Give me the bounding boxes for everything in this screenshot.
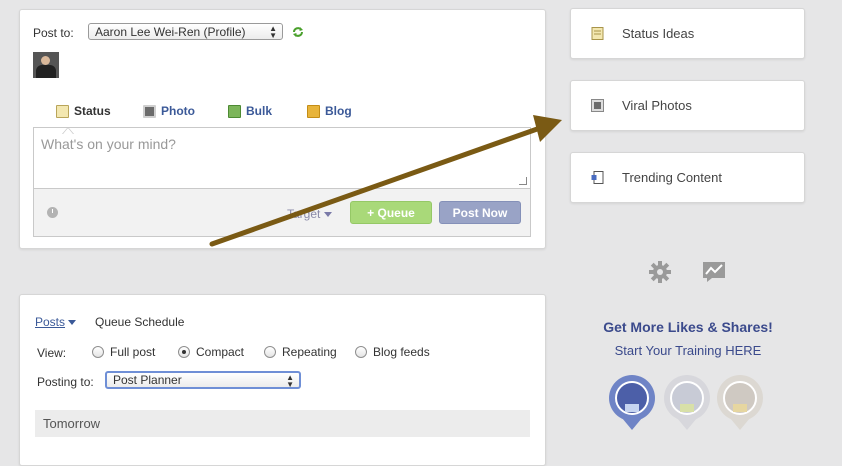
chevron-down-icon: [68, 320, 77, 326]
view-option-full-post[interactable]: Full post: [92, 345, 155, 359]
trending-icon: [591, 171, 604, 184]
avatar: [33, 52, 59, 78]
status-ideas-label: Status Ideas: [622, 26, 695, 41]
status-textarea[interactable]: What's on your mind?: [33, 127, 531, 189]
resize-grip-icon[interactable]: [519, 177, 527, 185]
post-now-button[interactable]: Post Now: [439, 201, 521, 224]
posting-to-value: Post Planner: [113, 373, 182, 387]
target-label: Target: [287, 207, 321, 221]
bulk-icon: [228, 104, 241, 118]
photo-icon: [143, 104, 156, 118]
badge-icon[interactable]: [663, 374, 711, 430]
tab-blog-label: Blog: [325, 104, 352, 118]
select-arrows-icon: ▲ ▼: [286, 373, 294, 389]
analytics-icon[interactable]: [702, 260, 726, 284]
status-ideas-card[interactable]: Status Ideas: [570, 8, 805, 59]
posting-to-label: Posting to:: [37, 375, 94, 389]
badge-icon[interactable]: [716, 374, 764, 430]
tab-pointer: [62, 127, 74, 134]
badge-icon[interactable]: [608, 374, 656, 430]
target-dropdown[interactable]: Target: [287, 207, 333, 221]
status-placeholder: What's on your mind?: [41, 136, 176, 152]
tab-status-label: Status: [74, 104, 111, 118]
training-link[interactable]: Start Your Training HERE: [562, 343, 814, 358]
composer-actions: Target + Queue Post Now: [33, 189, 531, 237]
photo-icon: [591, 99, 604, 112]
post-composer: Post to: Aaron Lee Wei-Ren (Profile) ▲ ▼ …: [19, 9, 546, 249]
view-option-repeating[interactable]: Repeating: [264, 345, 337, 359]
tab-blog[interactable]: Blog: [307, 104, 352, 118]
view-option-blog-feeds[interactable]: Blog feeds: [355, 345, 430, 359]
day-header: Tomorrow: [35, 410, 530, 437]
posts-panel: Posts Queue Schedule View: Full post Com…: [19, 294, 546, 466]
post-to-label: Post to:: [33, 26, 74, 40]
queue-button[interactable]: + Queue: [350, 201, 432, 224]
viral-photos-card[interactable]: Viral Photos: [570, 80, 805, 131]
refresh-icon[interactable]: [291, 25, 305, 39]
tab-photo[interactable]: Photo: [143, 104, 195, 118]
queue-schedule-tab[interactable]: Queue Schedule: [95, 315, 184, 329]
view-option-label: Blog feeds: [373, 345, 430, 359]
status-icon: [56, 104, 69, 118]
posting-to-select[interactable]: Post Planner ▲ ▼: [105, 371, 301, 389]
clock-icon[interactable]: [47, 207, 58, 218]
note-icon: [591, 27, 604, 40]
view-option-label: Full post: [110, 345, 156, 359]
tab-bulk[interactable]: Bulk: [228, 104, 272, 118]
trending-content-label: Trending Content: [622, 170, 722, 185]
promo-title: Get More Likes & Shares!: [603, 319, 773, 335]
gear-icon[interactable]: [648, 260, 672, 284]
view-option-label: Compact: [196, 345, 245, 359]
profile-select-value: Aaron Lee Wei-Ren (Profile): [95, 25, 246, 39]
view-label: View:: [37, 346, 67, 360]
radio-icon: [355, 346, 367, 358]
view-option-label: Repeating: [282, 345, 337, 359]
tab-status[interactable]: Status: [56, 104, 111, 118]
trending-content-card[interactable]: Trending Content: [570, 152, 805, 203]
radio-selected-icon: [178, 346, 190, 358]
select-arrows-icon: ▲ ▼: [269, 24, 277, 40]
profile-select[interactable]: Aaron Lee Wei-Ren (Profile) ▲ ▼: [88, 23, 283, 40]
radio-icon: [92, 346, 104, 358]
posts-tab-label: Posts: [35, 315, 66, 329]
posts-tab[interactable]: Posts: [35, 315, 77, 329]
tab-photo-label: Photo: [161, 104, 195, 118]
rss-icon: [307, 104, 320, 118]
chevron-down-icon: [324, 212, 333, 218]
viral-photos-label: Viral Photos: [622, 98, 692, 113]
view-option-compact[interactable]: Compact: [178, 345, 244, 359]
radio-icon: [264, 346, 276, 358]
tab-bulk-label: Bulk: [246, 104, 273, 118]
